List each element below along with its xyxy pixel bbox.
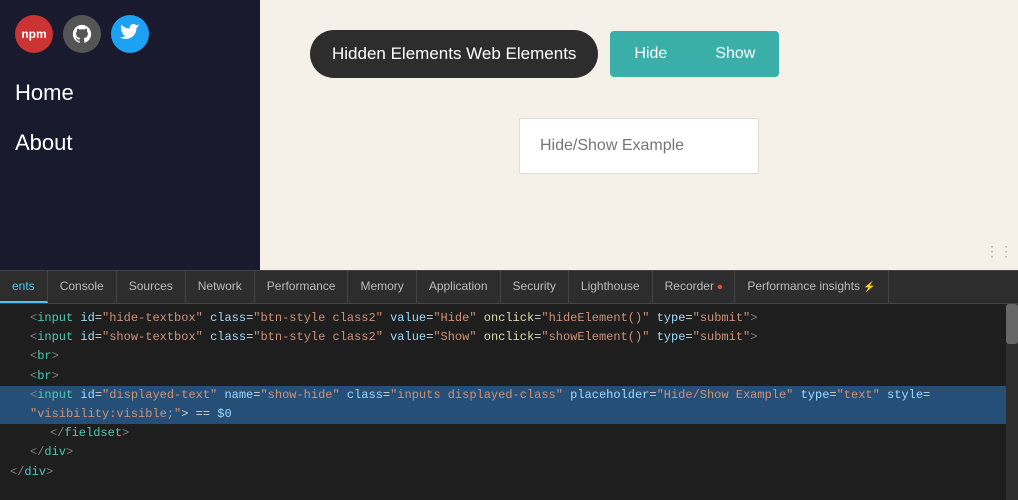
vertical-scrollbar[interactable]: [1006, 304, 1018, 500]
code-lines: <input id="hide-textbox" class="btn-styl…: [0, 304, 1018, 487]
demo-input-container: [310, 118, 968, 174]
code-line-2: <input id="show-textbox" class="btn-styl…: [0, 328, 1018, 347]
perf-insights-icon: ⚡: [863, 282, 875, 293]
show-button[interactable]: Show: [691, 31, 779, 77]
recorder-record-icon: ⏺: [717, 282, 722, 293]
demo-label: Hidden Elements Web Elements: [310, 30, 598, 78]
tab-elements[interactable]: ents: [0, 271, 48, 303]
demo-input[interactable]: [519, 118, 759, 174]
github-icon[interactable]: [63, 15, 101, 53]
code-line-8: </div>: [0, 443, 1018, 462]
tab-performance[interactable]: Performance: [255, 271, 349, 303]
tab-recorder[interactable]: Recorder ⏺: [653, 271, 736, 303]
code-line-4: <br>: [0, 367, 1018, 386]
tab-lighthouse[interactable]: Lighthouse: [569, 271, 653, 303]
twitter-icon[interactable]: [111, 15, 149, 53]
code-line-9: </div>: [0, 463, 1018, 482]
code-line-6: "visibility:visible;"> == $0: [0, 405, 1018, 424]
sidebar: npm Home About: [0, 0, 260, 270]
code-line-3: <br>: [0, 347, 1018, 366]
npm-icon[interactable]: npm: [15, 15, 53, 53]
code-line-7: </fieldset>: [0, 424, 1018, 443]
devtools-panel: ents Console Sources Network Performance…: [0, 270, 1018, 500]
hide-button[interactable]: Hide: [610, 31, 691, 77]
tab-performance-insights[interactable]: Performance insights ⚡: [735, 271, 889, 303]
resize-handle: ⋮⋮: [985, 243, 1013, 260]
tab-memory[interactable]: Memory: [348, 271, 416, 303]
scrollbar-thumb[interactable]: [1006, 304, 1018, 344]
tab-console[interactable]: Console: [48, 271, 117, 303]
sidebar-item-home[interactable]: Home: [0, 68, 260, 118]
code-line-5: <input id="displayed-text" name="show-hi…: [0, 386, 1018, 405]
sidebar-item-about[interactable]: About: [0, 118, 260, 168]
tab-security[interactable]: Security: [501, 271, 569, 303]
devtools-tabs: ents Console Sources Network Performance…: [0, 271, 1018, 304]
demo-controls: Hidden Elements Web Elements Hide Show: [310, 30, 968, 78]
sidebar-navigation: Home About: [0, 68, 260, 168]
devtools-content: <input id="hide-textbox" class="btn-styl…: [0, 304, 1018, 500]
main-content: Hidden Elements Web Elements Hide Show ⋮…: [260, 0, 1018, 270]
code-line-1: <input id="hide-textbox" class="btn-styl…: [0, 309, 1018, 328]
sidebar-icons: npm: [0, 10, 260, 68]
tab-network[interactable]: Network: [186, 271, 255, 303]
tab-sources[interactable]: Sources: [117, 271, 186, 303]
tab-application[interactable]: Application: [417, 271, 501, 303]
